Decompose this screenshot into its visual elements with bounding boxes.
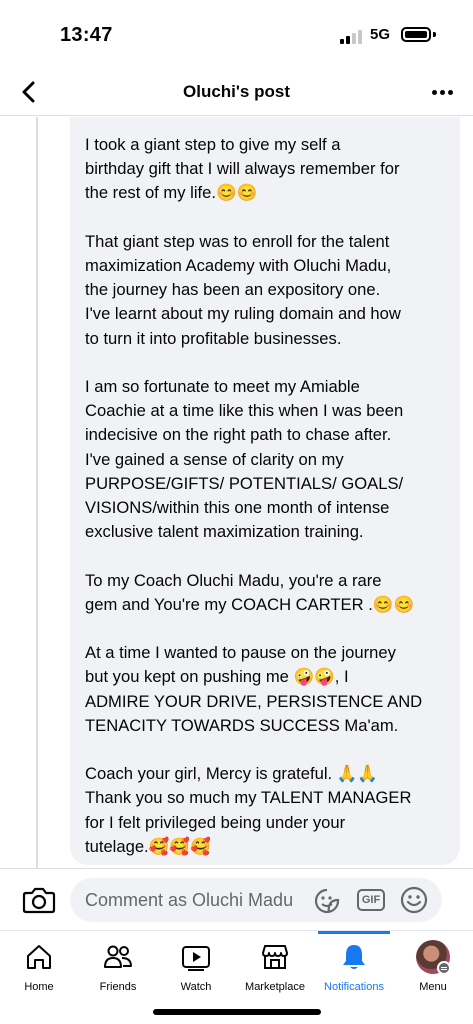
post-text-bubble[interactable]: I took a giant step to give my self a bi… (70, 117, 460, 865)
nav-watch[interactable]: Watch (156, 931, 236, 1001)
emoji-icon (400, 886, 428, 914)
marketplace-icon (262, 945, 288, 969)
comment-input[interactable]: Comment as Oluchi Madu GIF (70, 878, 442, 922)
post-paragraph: To my Coach Oluchi Madu, you're a rare g… (85, 570, 415, 614)
thread-line (36, 117, 38, 868)
comment-placeholder: Comment as Oluchi Madu (85, 890, 294, 910)
home-icon (27, 945, 51, 969)
post-paragraph: I took a giant step to give my self a bi… (85, 135, 400, 203)
nav-friends[interactable]: Friends (78, 931, 158, 1001)
camera-icon (22, 887, 56, 914)
ellipsis-icon (431, 89, 437, 95)
nav-home[interactable]: Home (0, 931, 79, 1001)
status-time: 13:47 (60, 24, 113, 46)
more-options-button[interactable] (427, 80, 457, 104)
post-paragraph: At a time I wanted to pause on the journ… (85, 643, 423, 735)
nav-label: Home (24, 981, 54, 993)
post-content[interactable]: I took a giant step to give my self a bi… (0, 117, 473, 868)
sticker-button[interactable] (313, 887, 341, 915)
signal-bars-icon (340, 28, 364, 44)
nav-notifications[interactable]: Notifications (314, 931, 394, 1001)
post-paragraph: I am so fortunate to meet my Amiable Coa… (85, 377, 404, 542)
home-indicator (153, 1009, 321, 1015)
nav-label: Notifications (324, 981, 384, 993)
camera-button[interactable] (22, 885, 56, 915)
status-bar: 13:47 5G (0, 0, 473, 68)
battery-cap (433, 32, 436, 37)
nav-marketplace[interactable]: Marketplace (235, 931, 315, 1001)
ellipsis-dot (447, 89, 453, 95)
post-paragraph: Coach your girl, Mercy is grateful. 🙏🙏 T… (85, 764, 412, 856)
watch-icon (182, 946, 210, 971)
gif-button[interactable]: GIF (357, 889, 385, 911)
sticker-icon (314, 888, 340, 914)
battery-icon (401, 27, 431, 42)
nav-label: Watch (180, 981, 212, 993)
emoji-button[interactable] (400, 886, 428, 914)
post-paragraph: That giant step was to enroll for the ta… (85, 231, 401, 348)
post-header: Oluchi's post (0, 68, 473, 116)
network-type: 5G (370, 26, 391, 43)
nav-menu[interactable]: Menu (393, 931, 473, 1001)
friends-icon (104, 945, 132, 968)
nav-label: Marketplace (245, 981, 305, 993)
menu-badge-icon (437, 961, 451, 975)
bell-icon (343, 945, 365, 969)
ellipsis-dot (439, 89, 445, 95)
nav-label: Menu (419, 981, 447, 993)
nav-label: Friends (99, 981, 137, 993)
page-title: Oluchi's post (183, 82, 290, 101)
comment-bar: Comment as Oluchi Madu GIF (0, 868, 473, 930)
